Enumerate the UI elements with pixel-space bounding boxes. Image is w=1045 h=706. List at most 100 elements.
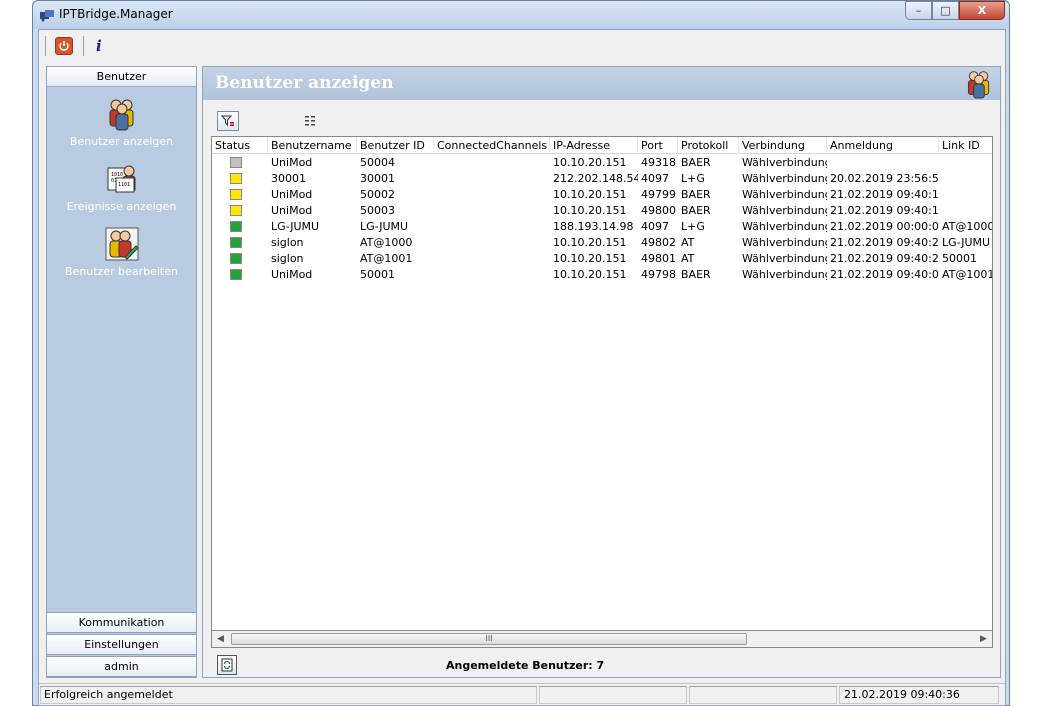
logged-in-users-count: Angemeldete Benutzer: 7: [446, 659, 605, 672]
status-indicator: [230, 157, 242, 168]
cell-benutzer-id: 50001: [360, 268, 395, 281]
cell-benutzer-id: 50004: [360, 156, 395, 169]
minimize-button[interactable]: –: [905, 1, 932, 20]
cell-ip-adresse: 10.10.20.151: [553, 156, 627, 169]
table-row[interactable]: siglon AT@1001 10.10.20.151 49801 AT Wählverb…: [212, 251, 992, 267]
cell-verbindung: Wählverbindung: [742, 252, 827, 265]
cell-anmeldung: 21.02.2019 09:40:29: [830, 236, 939, 249]
cell-link-id: [939, 155, 992, 171]
nav-item-label: Ereignisse anzeigen: [66, 200, 177, 213]
svg-text:1101: 1101: [118, 182, 130, 188]
column-header-link-id[interactable]: Link ID: [939, 137, 992, 154]
cell-verbindung: Wählverbindung: [742, 236, 827, 249]
status-indicator: [230, 221, 242, 232]
cell-anmeldung: 21.02.2019 00:00:01: [830, 220, 939, 233]
table-row[interactable]: UniMod 50003 10.10.20.151 49800 BAER Wählverb…: [212, 203, 992, 219]
table-row[interactable]: UniMod 50002 10.10.20.151 49799 BAER Wählverb…: [212, 187, 992, 203]
nav-item-label: Benutzer bearbeiten: [64, 265, 178, 278]
cell-benutzer-id: 50002: [360, 188, 395, 201]
horizontal-scrollbar[interactable]: ◀ III ▶: [211, 631, 993, 648]
client-area: i Benutzer Benutzer anzeigen 1010 0111: [38, 29, 1006, 706]
app-icon: [40, 10, 54, 22]
cell-benutzername: siglon: [271, 236, 304, 249]
nav-header-benutzer[interactable]: Benutzer: [47, 67, 196, 87]
users-table[interactable]: Status Benutzername Benutzer ID Connecte…: [211, 136, 993, 631]
cell-port: 4097: [641, 220, 669, 233]
cell-connected-channels: [434, 219, 550, 235]
cell-benutzername: UniMod: [271, 156, 313, 169]
status-segment-empty: [539, 686, 687, 704]
edit-users-icon: [105, 227, 139, 261]
cell-verbindung: Wählverbindung: [742, 172, 827, 185]
cell-ip-adresse: 10.10.20.151: [553, 268, 627, 281]
scroll-left-icon[interactable]: ◀: [212, 631, 229, 647]
cell-benutzer-id: AT@1001: [360, 252, 413, 265]
power-icon[interactable]: [55, 37, 73, 55]
cell-link-id: AT@1000: [942, 220, 993, 233]
cell-verbindung: Wählverbindung: [742, 268, 827, 281]
toolbar-separator: [83, 36, 84, 56]
table-row[interactable]: UniMod 50004 10.10.20.151 49318 BAER Wählverb…: [212, 155, 992, 171]
events-icon: 1010 0111 1101: [107, 165, 135, 193]
grid-toolbar: [203, 100, 1000, 134]
cell-connected-channels: [434, 203, 550, 219]
table-row[interactable]: LG-JUMU LG-JUMU 188.193.14.98 4097 L+G Wählve…: [212, 219, 992, 235]
table-row[interactable]: siglon AT@1000 10.10.20.151 49802 AT Wählverb…: [212, 235, 992, 251]
cell-protokoll: BAER: [681, 204, 711, 217]
column-header-anmeldung[interactable]: Anmeldung: [827, 137, 939, 154]
nav-item-label: Benutzer anzeigen: [69, 135, 174, 148]
nav-kommunikation-button[interactable]: Kommunikation: [46, 612, 197, 633]
window-title: IPTBridge.Manager: [59, 7, 173, 21]
nav-item-benutzer-bearbeiten[interactable]: Benutzer bearbeiten: [47, 227, 196, 278]
close-button[interactable]: X: [959, 1, 1005, 20]
status-indicator: [230, 253, 242, 264]
refresh-button[interactable]: [217, 655, 237, 675]
toolbar-separator: [45, 36, 46, 56]
nav-item-ereignisse-anzeigen[interactable]: 1010 0111 1101 Ereignisse anzeigen: [47, 162, 196, 213]
nav-einstellungen-button[interactable]: Einstellungen: [46, 634, 197, 655]
scroll-right-icon[interactable]: ▶: [975, 631, 992, 647]
column-header-status[interactable]: Status: [212, 137, 268, 154]
column-header-benutzername[interactable]: Benutzername: [268, 137, 357, 154]
cell-port: 49800: [641, 204, 676, 217]
column-header-verbindung[interactable]: Verbindung: [739, 137, 827, 154]
cell-benutzername: UniMod: [271, 204, 313, 217]
cell-connected-channels: [434, 267, 550, 283]
table-row[interactable]: UniMod 50001 10.10.20.151 49798 BAER Wählverb…: [212, 267, 992, 283]
filter-button[interactable]: [217, 111, 239, 131]
cell-ip-adresse: 10.10.20.151: [553, 252, 627, 265]
nav-item-benutzer-anzeigen[interactable]: Benutzer anzeigen: [47, 97, 196, 148]
column-header-ip-adresse[interactable]: IP-Adresse: [550, 137, 638, 154]
cell-ip-adresse: 212.202.148.54: [553, 172, 638, 185]
cell-ip-adresse: 10.10.20.151: [553, 236, 627, 249]
column-header-connected-channels[interactable]: ConnectedChannels: [434, 137, 550, 154]
column-header-port[interactable]: Port: [638, 137, 678, 154]
cell-anmeldung: 20.02.2019 23:56:58: [830, 172, 939, 185]
column-chooser-icon[interactable]: [303, 113, 319, 127]
column-header-benutzer-id[interactable]: Benutzer ID: [357, 137, 434, 154]
cell-anmeldung: 21.02.2019 09:40:17: [830, 204, 939, 217]
title-bar[interactable]: IPTBridge.Manager – □ X: [33, 1, 1009, 29]
cell-link-id: 50001: [942, 252, 977, 265]
status-indicator: [230, 269, 242, 280]
cell-port: 49799: [641, 188, 676, 201]
cell-benutzername: UniMod: [271, 188, 313, 201]
maximize-button[interactable]: □: [932, 1, 959, 20]
table-row[interactable]: 30001 30001 212.202.148.54 4097 L+G Wählverbi…: [212, 171, 992, 187]
cell-ip-adresse: 10.10.20.151: [553, 204, 627, 217]
table-header: Status Benutzername Benutzer ID Connecte…: [212, 137, 992, 154]
column-header-protokoll[interactable]: Protokoll: [678, 137, 739, 154]
nav-admin-button[interactable]: admin: [46, 656, 197, 677]
cell-anmeldung: 21.02.2019 09:40:08: [830, 268, 939, 281]
cell-connected-channels: [434, 251, 550, 267]
cell-port: 49318: [641, 156, 676, 169]
refresh-icon: [221, 658, 233, 672]
cell-protokoll: AT: [681, 252, 695, 265]
cell-protokoll: L+G: [681, 172, 705, 185]
scrollbar-thumb[interactable]: III: [231, 633, 747, 645]
navigation-pane: Benutzer Benutzer anzeigen 1010 0111 110…: [46, 66, 197, 678]
info-icon[interactable]: i: [96, 37, 102, 55]
cell-benutzername: UniMod: [271, 268, 313, 281]
cell-anmeldung: [827, 155, 939, 171]
status-message: Erfolgreich angemeldet: [40, 686, 537, 704]
